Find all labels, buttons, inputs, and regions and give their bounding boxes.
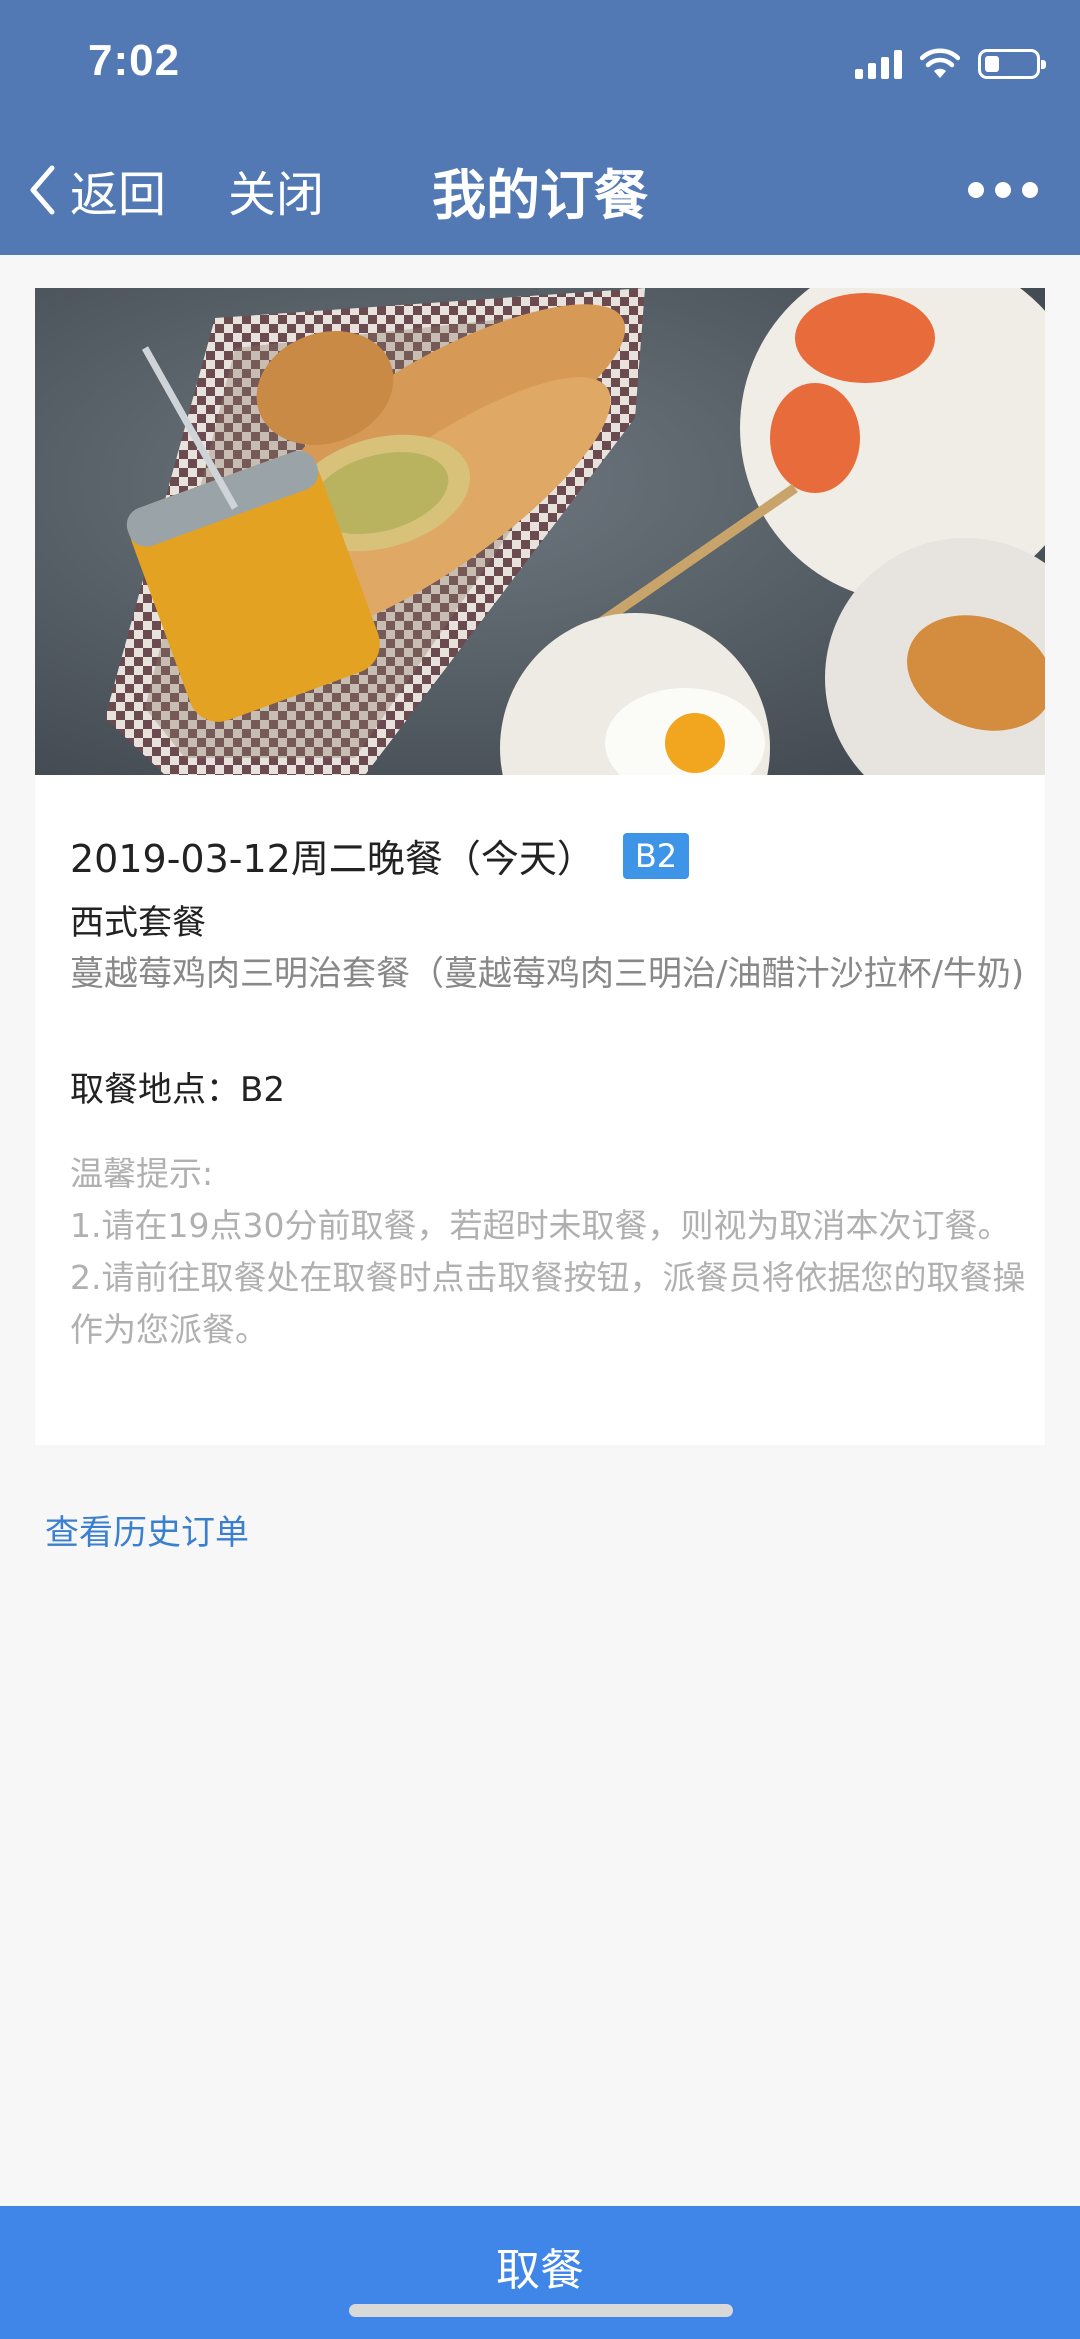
tip-line-2: 2.请前往取餐处在取餐时点击取餐按钮，派餐员将依据您的取餐操作为您派餐。	[70, 1258, 1026, 1349]
battery-icon	[978, 49, 1046, 79]
status-icons	[855, 44, 1046, 84]
page-title: 我的订餐	[432, 163, 648, 227]
pickup-location: 取餐地点：B2	[70, 1070, 285, 1110]
signal-icon	[855, 49, 902, 79]
more-icon[interactable]	[968, 170, 1038, 210]
order-card: 2019-03-12周二晚餐（今天） B2 西式套餐 蔓越莓鸡肉三明治套餐（蔓越…	[35, 288, 1045, 1445]
tips-heading: 温馨提示:	[70, 1154, 214, 1193]
header-bar: 7:02 返回 关闭 我的订餐	[0, 0, 1080, 255]
view-history-link[interactable]: 查看历史订单	[45, 1505, 249, 1554]
wifi-icon	[920, 48, 960, 78]
menu-type: 西式套餐	[70, 903, 206, 943]
meal-photo-illustration	[35, 288, 1045, 775]
order-date-row: 2019-03-12周二晚餐（今天） B2	[70, 828, 690, 883]
tips-section: 温馨提示: 1.请在19点30分前取餐，若超时未取餐，则视为取消本次订餐。 2.…	[70, 1148, 1035, 1356]
pickup-button[interactable]: 取餐	[0, 2206, 1080, 2339]
location-badge: B2	[622, 832, 690, 879]
status-time: 7:02	[88, 36, 181, 85]
tip-line-1: 1.请在19点30分前取餐，若超时未取餐，则视为取消本次订餐。	[70, 1206, 1011, 1245]
meal-photo	[35, 288, 1045, 775]
order-date-meal: 2019-03-12周二晚餐（今天）	[70, 837, 595, 881]
menu-description: 蔓越莓鸡肉三明治套餐（蔓越莓鸡肉三明治/油醋汁沙拉杯/牛奶)	[70, 954, 1025, 994]
home-indicator	[349, 2304, 733, 2317]
